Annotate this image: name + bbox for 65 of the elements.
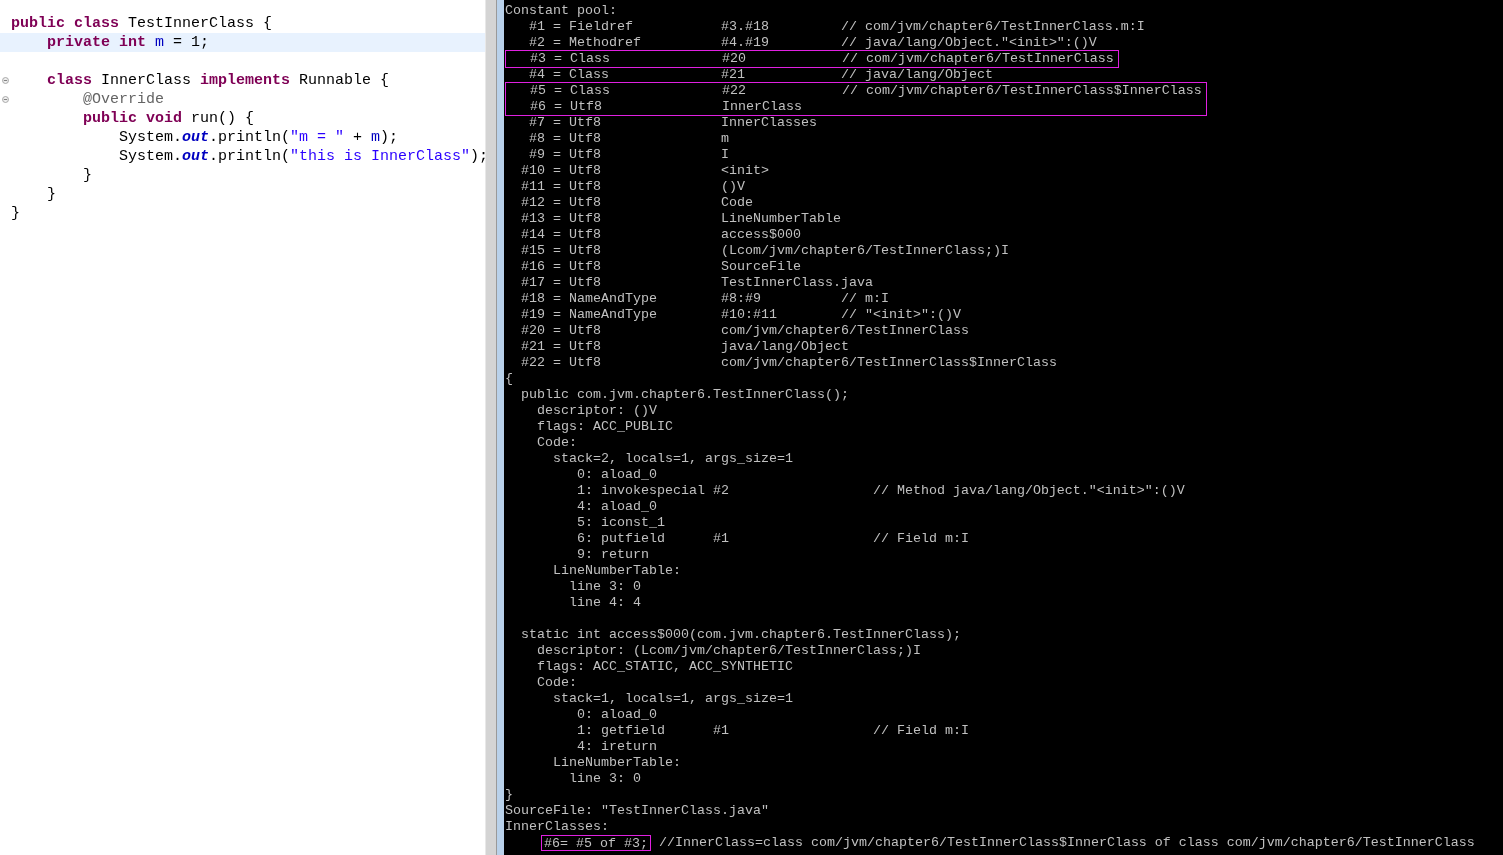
console-line: flags: ACC_PUBLIC [536, 419, 674, 435]
console-line: #3 = Class #20 // com/jvm/chapter6/TestInnerClass [529, 51, 1114, 67]
console-line: #17 = Utf8 TestInnerClass.java [520, 275, 874, 291]
console-line: 0: aload_0 [575, 707, 658, 723]
console-line: #11 = Utf8 ()V [520, 179, 746, 195]
console-line: #4 = Class #21 // java/lang/Object [528, 67, 994, 83]
code-text: @Override [82, 91, 165, 108]
code-text: System.out.println("this is InnerClass"); [118, 148, 489, 165]
console-line: #8 = Utf8 m [528, 131, 730, 147]
console-line: #6 = Utf8 InnerClass [529, 99, 803, 115]
console-line: #13 = Utf8 LineNumberTable [520, 211, 842, 227]
console-line: Code: [536, 675, 578, 691]
console-line: 6: putfield #1 // Field m:I [575, 531, 970, 547]
console-line: #21 = Utf8 java/lang/Object [520, 339, 850, 355]
code-text: class InnerClass implements Runnable { [46, 72, 390, 89]
console-line: #5 = Class #22 // com/jvm/chapter6/TestInnerClass$InnerClass [529, 83, 1202, 99]
console-line: #9 = Utf8 I [528, 147, 730, 163]
console-line: Constant pool: [505, 3, 618, 19]
console-line: 0: aload_0 [575, 467, 658, 483]
console-line: 1: getfield #1 // Field m:I [575, 723, 970, 739]
console-text: //InnerClass=class com/jvm/chapter6/TestInnerClass$InnerClass of class com/jvm/chapter6/TestInnerClass [657, 835, 1475, 851]
console-line: stack=1, locals=1, args_size=1 [552, 691, 794, 707]
console-line: LineNumberTable: [552, 755, 682, 771]
console-line: #22 = Utf8 com/jvm/chapter6/TestInnerClass$InnerClass [520, 355, 1058, 371]
highlighted-text: #6= #5 of #3; [541, 835, 651, 851]
console-line: line 4: 4 [568, 595, 642, 611]
code-text: private int m = 1; [46, 34, 210, 51]
console-line: 1: invokespecial #2 // Method java/lang/Object."<init>":()V [575, 483, 1186, 499]
console-line: public com.jvm.chapter6.TestInnerClass(); [520, 387, 850, 403]
console-line: stack=2, locals=1, args_size=1 [552, 451, 794, 467]
console-line: #18 = NameAndType #8:#9 // m:I [520, 291, 890, 307]
code-text: public class TestInnerClass { [10, 15, 273, 32]
console-line: #16 = Utf8 SourceFile [520, 259, 802, 275]
console-line: line 3: 0 [568, 579, 642, 595]
console-line: #14 = Utf8 access$000 [520, 227, 802, 243]
console-line: #10 = Utf8 <init> [520, 163, 770, 179]
console-line: { [505, 371, 514, 387]
console-line: descriptor: (Lcom/jvm/chapter6/TestInnerClass;)I [536, 643, 922, 659]
collapse-icon[interactable] [1, 96, 9, 103]
code-text: System.out.println("m = " + m); [118, 129, 399, 146]
console-line: Code: [536, 435, 578, 451]
console-line: 4: aload_0 [575, 499, 658, 515]
console-line: #12 = Utf8 Code [520, 195, 754, 211]
console-line: flags: ACC_STATIC, ACC_SYNTHETIC [536, 659, 794, 675]
console-line: descriptor: ()V [536, 403, 658, 419]
code-text: } [10, 205, 20, 222]
console-line: SourceFile: "TestInnerClass.java" [505, 803, 770, 819]
code-text: } [46, 186, 56, 203]
code-text: } [82, 167, 92, 184]
console-line: #20 = Utf8 com/jvm/chapter6/TestInnerClass [520, 323, 970, 339]
console-line: #19 = NameAndType #10:#11 // "<init>":()V [520, 307, 962, 323]
collapse-icon[interactable] [1, 77, 9, 84]
console-line: #15 = Utf8 (Lcom/jvm/chapter6/TestInnerClass;)I [520, 243, 1010, 259]
console-line: #2 = Methodref #4.#19 // java/lang/Object."<init>":()V [528, 35, 1098, 51]
console-line: 4: ireturn [575, 739, 658, 755]
console-line: InnerClasses: [505, 819, 610, 835]
code-text: public void run() { [82, 110, 255, 127]
console-line: 5: iconst_1 [575, 515, 666, 531]
console-line: } [505, 787, 514, 803]
console-line: static int access$000(com.jvm.chapter6.TestInnerClass); [520, 627, 962, 643]
console-line: line 3: 0 [568, 771, 642, 787]
console-line: 9: return [575, 547, 650, 563]
console-line: #1 = Fieldref #3.#18 // com/jvm/chapter6/TestInnerClass.m:I [528, 19, 1146, 35]
console-line: #7 = Utf8 InnerClasses [528, 115, 818, 131]
console-line: LineNumberTable: [552, 563, 682, 579]
